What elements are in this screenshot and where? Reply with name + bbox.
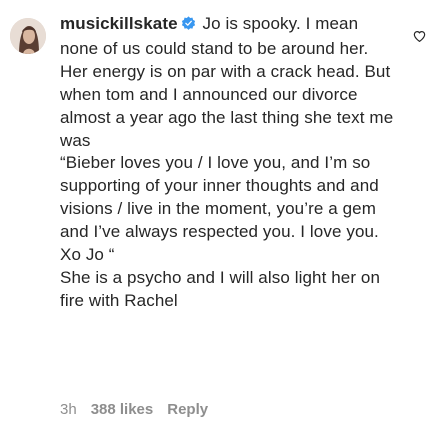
- heart-outline-icon[interactable]: [413, 30, 426, 43]
- username-link[interactable]: musickillskate: [60, 14, 178, 33]
- verified-badge-icon: [181, 15, 196, 38]
- comment-line-2: “Bieber loves you / I love you, and I’m …: [60, 153, 379, 242]
- avatar-image: [10, 18, 46, 54]
- comment-line-3: Xo Jo “: [60, 245, 115, 265]
- likes-count[interactable]: 388 likes: [91, 401, 154, 418]
- comment: musickillskate Jo is spooky. I mean none…: [0, 0, 442, 439]
- comment-first-paragraph: musickillskate Jo is spooky. I mean none…: [60, 13, 395, 152]
- comment-text: musickillskate Jo is spooky. I mean none…: [60, 13, 395, 313]
- comment-line-4: She is a psycho and I will also light he…: [60, 267, 381, 310]
- comment-timestamp[interactable]: 3h: [60, 401, 77, 418]
- comment-line-1: Jo is spooky. I mean none of us could st…: [60, 14, 394, 150]
- reply-button[interactable]: Reply: [167, 401, 208, 418]
- comment-body: musickillskate Jo is spooky. I mean none…: [60, 13, 395, 313]
- avatar[interactable]: [10, 18, 46, 54]
- comment-footer: 3h 388 likes Reply: [60, 401, 208, 418]
